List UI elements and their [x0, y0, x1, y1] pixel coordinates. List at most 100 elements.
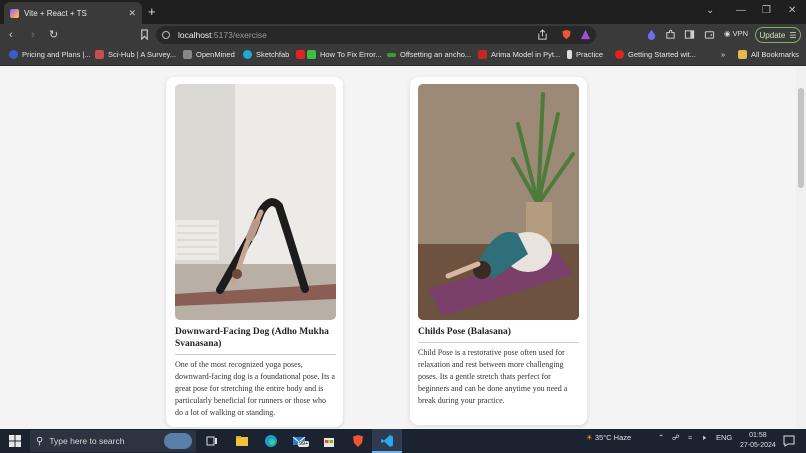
vite-favicon-icon [10, 8, 19, 18]
bookmark-item[interactable]: Pricing and Plans |... [9, 50, 91, 59]
bookmark-item[interactable]: Practice [567, 50, 603, 59]
bookmark-label: OpenMined [196, 50, 235, 59]
bookmark-favicon-icon [307, 50, 316, 59]
close-window-button[interactable]: ✕ [788, 4, 796, 18]
search-highlight-icon [164, 433, 192, 449]
downward-dog-photo [175, 84, 336, 320]
bookmark-favicon-icon [387, 52, 396, 57]
tab-title: Vite + React + TS [24, 8, 87, 18]
windows-taskbar: ⚲ Type here to search 99+ ☀ 35°C Haze ⌃ … [0, 429, 806, 453]
mail-app-icon[interactable]: 99+ [292, 434, 314, 448]
bookmark-label: Practice [576, 50, 604, 59]
url-path: :5173/exercise [211, 30, 267, 40]
minimize-button[interactable]: — [736, 4, 746, 18]
weather-text: 35°C Haze [594, 433, 632, 442]
bookmark-label: Sci-Hub | A Survey... [108, 50, 177, 59]
clock-time: 01:58 [749, 432, 767, 439]
clock-date: 27-05-2024 [740, 442, 776, 449]
bookmark-item[interactable]: Sci-Hub | A Survey... [95, 50, 176, 59]
bookmarks-overflow-chevron-icon[interactable]: » [721, 50, 725, 59]
page-scrollbar[interactable] [796, 66, 806, 429]
close-tab-icon[interactable]: ✕ [128, 8, 136, 19]
childs-pose-photo [418, 84, 579, 320]
bookmark-label: Arima Model in Pyt... [491, 50, 561, 59]
extensions-puzzle-icon[interactable] [665, 29, 676, 40]
bookmark-favicon-icon [615, 50, 624, 59]
browser-toolbar: ‹ › ↻ localhost:5173/exercise ◉ VPN Upda… [0, 24, 806, 46]
file-explorer-icon[interactable] [235, 434, 249, 448]
task-view-icon[interactable] [205, 434, 219, 448]
scrollbar-thumb[interactable] [798, 88, 804, 188]
update-label: Update [759, 30, 786, 40]
brave-shield-icon[interactable] [561, 29, 572, 40]
url-host: localhost [178, 30, 212, 40]
bookmark-label: Pricing and Plans |... [22, 50, 91, 59]
new-tab-button[interactable]: + [148, 4, 156, 20]
forward-icon[interactable]: › [31, 28, 35, 42]
reload-icon[interactable]: ↻ [49, 28, 58, 42]
show-hidden-icons-chevron-icon[interactable]: ⌃ [658, 433, 664, 442]
menu-icon[interactable]: ☰ [789, 31, 796, 40]
search-icon: ⚲ [36, 435, 44, 447]
maximize-button[interactable]: ❐ [762, 4, 771, 18]
taskbar-search-box[interactable]: ⚲ Type here to search [30, 430, 196, 452]
vscode-icon [381, 435, 393, 447]
bookmark-favicon-icon [296, 50, 305, 59]
vpn-button[interactable]: ◉ VPN [724, 29, 748, 38]
update-button[interactable]: Update ☰ [755, 27, 801, 43]
sidebar-toggle-icon[interactable] [684, 29, 695, 40]
mail-badge: 99+ [298, 441, 310, 447]
brave-rewards-icon[interactable] [580, 29, 591, 40]
bookmark-label: Offsetting an ancho... [400, 50, 472, 59]
title-divider [175, 354, 336, 355]
bookmark-label: All Bookmarks [751, 50, 799, 59]
bookmark-item[interactable]: Offsetting an ancho... [387, 50, 471, 59]
bookmark-label: Getting Started wit... [628, 50, 696, 59]
site-info-icon[interactable] [162, 31, 170, 39]
bookmark-item[interactable]: How To Fix Error... [296, 50, 382, 59]
bookmark-icon[interactable] [139, 29, 150, 40]
all-bookmarks-button[interactable]: All Bookmarks [738, 50, 799, 59]
bookmark-item[interactable]: OpenMined [183, 50, 235, 59]
share-icon[interactable] [537, 29, 548, 40]
bookmark-label: Sketchfab [256, 50, 290, 59]
clock[interactable]: 01:58 27-05-2024 [740, 431, 776, 451]
bookmark-favicon-icon [567, 50, 572, 59]
page-viewport: Downward-Facing Dog (Adho Mukha Svanasan… [0, 66, 796, 429]
vscode-taskbar-button[interactable] [372, 429, 402, 453]
exercise-card[interactable]: Downward-Facing Dog (Adho Mukha Svanasan… [166, 77, 343, 427]
exercise-card[interactable]: Childs Pose (Balasana) Child Pose is a r… [410, 77, 587, 425]
bookmark-item[interactable]: Sketchfab [243, 50, 289, 59]
store-icon[interactable] [322, 434, 336, 448]
vpn-label: VPN [732, 29, 749, 38]
bookmark-favicon-icon [95, 50, 104, 59]
bookmarks-bar: Pricing and Plans |... Sci-Hub | A Surve… [0, 46, 806, 66]
bookmark-favicon-icon [183, 50, 192, 59]
bookmark-favicon-icon [243, 50, 252, 59]
folder-icon [738, 50, 747, 59]
bookmark-item[interactable]: Getting Started wit... [615, 50, 696, 59]
weather-widget[interactable]: ☀ 35°C Haze [586, 433, 631, 442]
wallet-icon[interactable] [704, 29, 715, 40]
bookmark-label: How To Fix Error... [320, 50, 382, 59]
wifi-icon[interactable]: ≈ [688, 433, 692, 442]
browser-tab-bar: Vite + React + TS ✕ + ⌄ — ❐ ✕ [0, 0, 806, 24]
language-indicator[interactable]: ENG [716, 433, 732, 442]
sun-icon: ☀ [586, 433, 595, 442]
exercise-title: Downward-Facing Dog (Adho Mukha Svanasan… [175, 327, 329, 349]
tab-search-chevron-icon[interactable]: ⌄ [706, 4, 714, 18]
back-icon[interactable]: ‹ [9, 28, 13, 42]
browser-tab[interactable]: Vite + React + TS ✕ [4, 2, 142, 24]
bookmark-item[interactable]: Arima Model in Pyt... [478, 50, 560, 59]
exercise-description: One of the most recognized yoga poses, d… [175, 360, 335, 417]
extension-drop-icon[interactable] [646, 29, 657, 40]
title-divider [418, 342, 579, 343]
windows-start-icon[interactable] [8, 434, 22, 448]
search-placeholder: Type here to search [49, 436, 125, 446]
address-bar[interactable]: localhost:5173/exercise [156, 26, 596, 44]
edge-browser-icon[interactable] [264, 434, 278, 448]
volume-icon[interactable]: 🕨 [701, 433, 706, 443]
notification-center-icon[interactable] [782, 434, 796, 448]
network-icon[interactable]: ☍ [672, 433, 680, 442]
brave-taskbar-icon[interactable] [351, 434, 365, 448]
